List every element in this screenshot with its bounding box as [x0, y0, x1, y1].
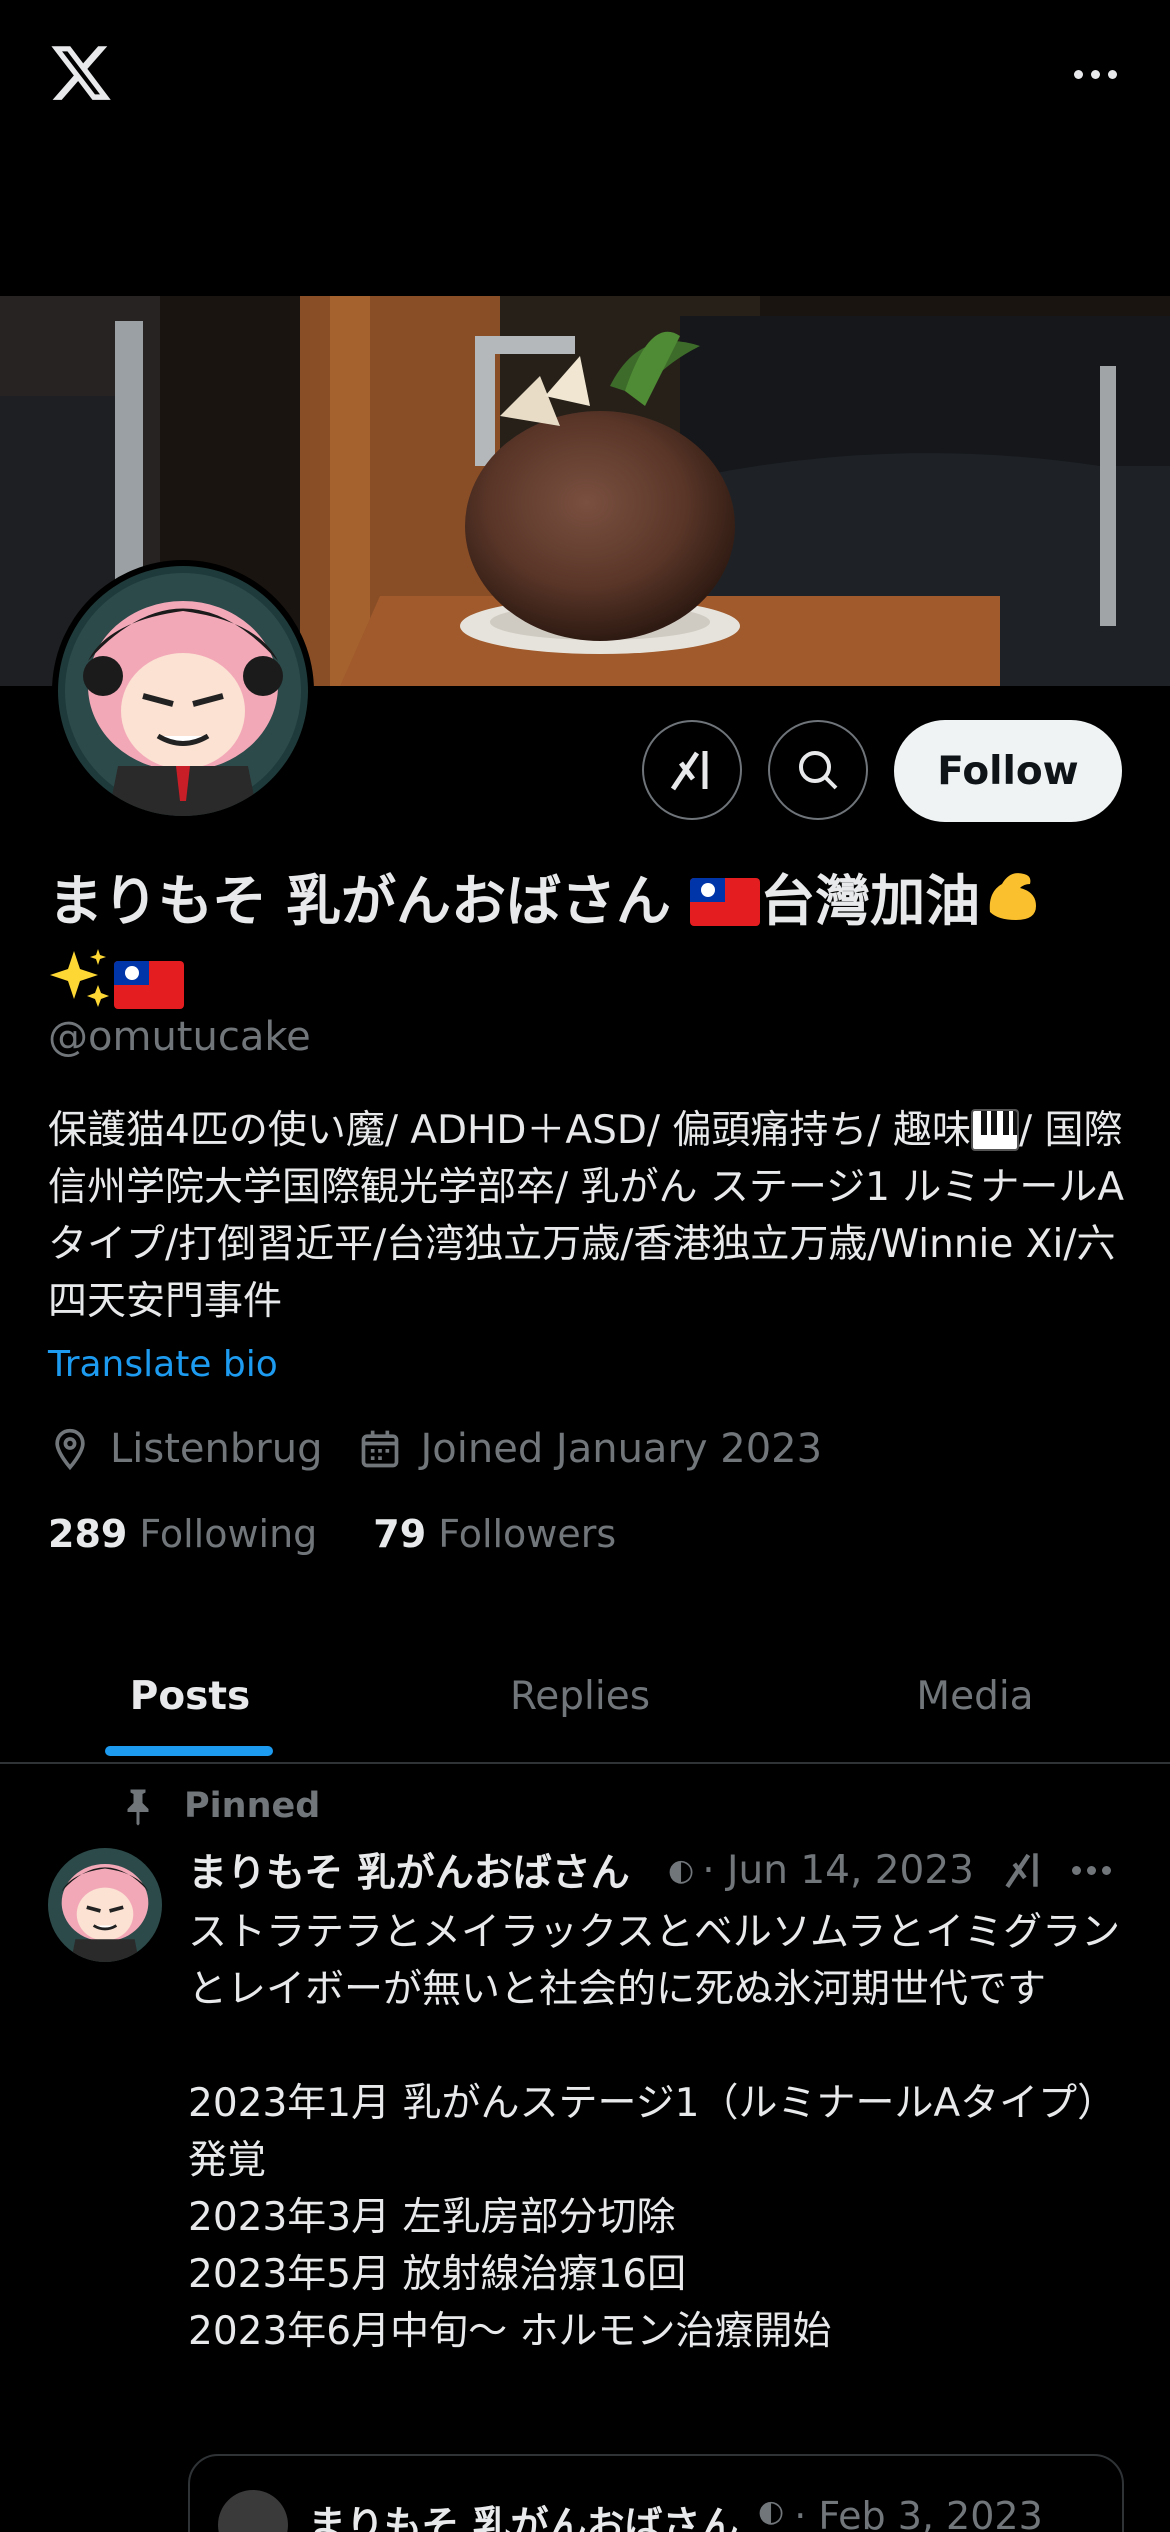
profile-bio: 保護猫4匹の使い魔/ ADHD＋ASD/ 偏頭痛持ち/ 趣味 / 国際信州学院大学…	[48, 1102, 1128, 1330]
follow-button[interactable]: Follow	[894, 720, 1122, 822]
followers-count: 79	[373, 1512, 427, 1556]
quote-avatar	[218, 2490, 288, 2532]
post-avatar-image	[48, 1848, 162, 1962]
tab-replies[interactable]: Replies	[380, 1630, 780, 1762]
grok-icon	[670, 751, 708, 791]
post-body: ストラテラとメイラックスとベルソムラとイミグランとレイボーが無いと社会的に死ぬ氷…	[188, 1910, 1121, 2354]
piano-keyboard-icon	[970, 1109, 1019, 1151]
display-name: まりもそ 乳がんおばさん 台灣加油	[48, 862, 1128, 1028]
tab-posts[interactable]: Posts	[0, 1630, 380, 1762]
followers-link[interactable]: 79 Followers	[373, 1512, 616, 1556]
following-label: Following	[139, 1512, 318, 1556]
display-name-suffix: 台灣加油	[760, 869, 981, 933]
pin-icon	[127, 1789, 149, 1826]
post-date[interactable]: · Jun 14, 2023	[702, 1848, 974, 1893]
quoted-post[interactable]: まりもそ 乳がんおばさん ◐ · Feb 3, 2023	[188, 2454, 1124, 2532]
bio-part-1: 保護猫4匹の使い魔/ ADHD＋ASD/ 偏頭痛持ち/ 趣味	[48, 1108, 971, 1153]
profile-handle: @omutucake	[48, 1014, 311, 1060]
pinned-indicator: Pinned	[120, 1786, 320, 1826]
top-bar	[0, 0, 1170, 296]
calendar-icon	[362, 1430, 399, 1468]
search-icon	[799, 751, 838, 790]
taiwan-flag-icon	[690, 878, 761, 926]
profile-avatar[interactable]	[52, 560, 314, 822]
followers-label: Followers	[438, 1512, 617, 1556]
active-tab-indicator	[105, 1746, 273, 1756]
follow-stats: 289 Following 79 Followers	[48, 1512, 672, 1556]
quote-date: · Feb 3, 2023	[794, 2494, 1043, 2532]
post-avatar[interactable]	[48, 1848, 162, 1962]
translate-bio-link[interactable]: Translate bio	[48, 1344, 278, 1385]
quote-header: まりもそ 乳がんおばさん ◐ · Feb 3, 2023	[308, 2494, 1098, 2532]
verified-circle-icon: ◐	[668, 1852, 695, 1888]
joined-text: Joined January 2023	[420, 1426, 823, 1472]
profile-page: Follow まりもそ 乳がんおばさん 台灣加油 @omutucake 保護猫4…	[0, 0, 1170, 2532]
avatar-image	[58, 566, 308, 816]
profile-tabs: Posts Replies Media	[0, 1630, 1170, 1764]
more-options-icon[interactable]	[1060, 44, 1130, 104]
tab-media[interactable]: Media	[780, 1630, 1170, 1762]
post-header: まりもそ 乳がんおばさん ◐ · Jun 14, 2023	[188, 1840, 1128, 1900]
search-button[interactable]	[768, 720, 868, 820]
following-link[interactable]: 289 Following	[48, 1512, 317, 1556]
taiwan-flag-icon-2	[114, 961, 184, 1009]
x-logo-icon[interactable]	[48, 40, 114, 106]
following-count: 289	[48, 1512, 128, 1556]
display-name-text: まりもそ 乳がんおばさん	[48, 869, 672, 933]
location-text: Listenbrug	[110, 1426, 323, 1472]
post-more-icon[interactable]	[1072, 1865, 1111, 1875]
quote-author: まりもそ 乳がんおばさん	[308, 2503, 739, 2532]
flexed-biceps-icon	[980, 862, 1046, 945]
grok-button[interactable]	[642, 720, 742, 820]
grok-post-icon[interactable]	[1002, 1848, 1046, 1892]
pinned-label: Pinned	[184, 1786, 321, 1826]
post-author[interactable]: まりもそ 乳がんおばさん	[188, 1842, 658, 1898]
location-pin-icon	[55, 1428, 85, 1471]
profile-meta: Listenbrug Joined January 2023	[48, 1426, 822, 1472]
quote-verified-icon: ◐	[758, 2494, 785, 2529]
